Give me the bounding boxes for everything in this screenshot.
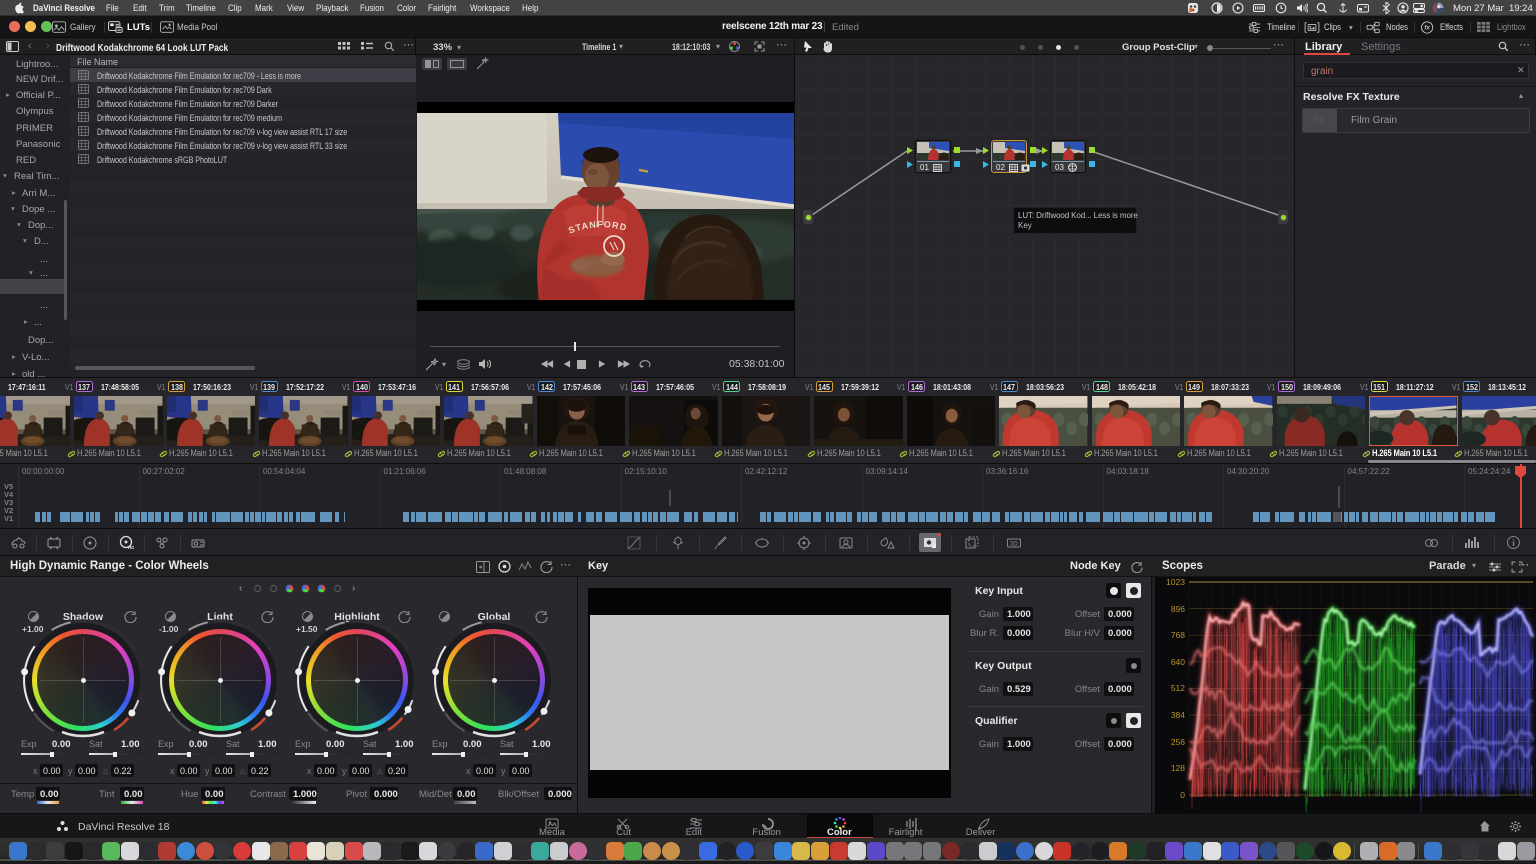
svg-text:256: 256 (1171, 737, 1185, 747)
svg-text:fx: fx (1424, 26, 1430, 32)
svg-text:128: 128 (1171, 763, 1185, 773)
svg-text:768: 768 (1171, 630, 1185, 640)
svg-text:0: 0 (1180, 790, 1185, 800)
svg-text:640: 640 (1171, 657, 1185, 667)
svg-text:3D: 3D (1010, 542, 1018, 548)
svg-text:384: 384 (1171, 710, 1185, 720)
svg-text:512: 512 (1171, 683, 1185, 693)
svg-text:HDR: HDR (128, 545, 134, 550)
svg-text:896: 896 (1171, 604, 1185, 614)
svg-text:1023: 1023 (1166, 577, 1185, 587)
